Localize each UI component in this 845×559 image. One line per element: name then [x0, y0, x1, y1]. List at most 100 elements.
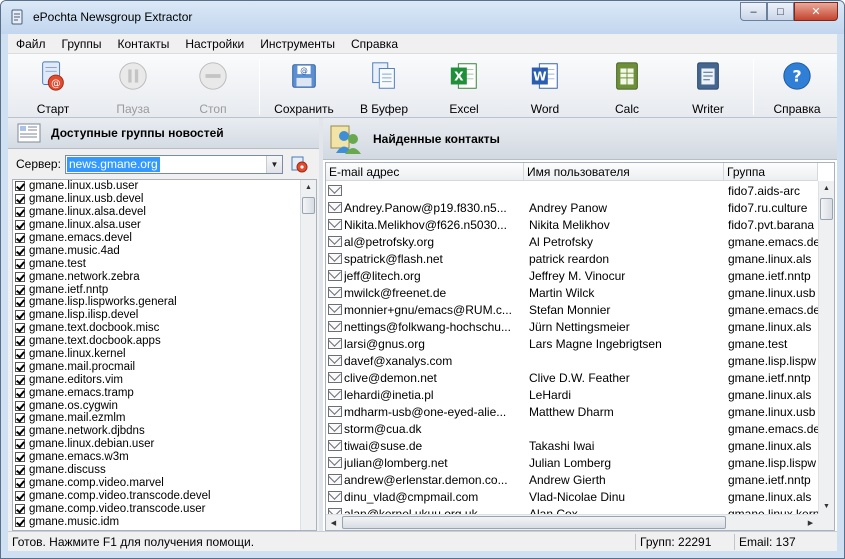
- start-button[interactable]: @ Старт: [14, 58, 92, 116]
- contact-row[interactable]: dinu_vlad@cmpmail.com Vlad-Nicolae Dinu gm…: [326, 488, 818, 505]
- newsgroup-checkbox[interactable]: [15, 310, 25, 321]
- newsgroup-item[interactable]: gmane.discuss: [13, 464, 316, 477]
- newsgroup-checkbox[interactable]: [15, 207, 25, 218]
- maximize-button[interactable]: □: [767, 2, 794, 21]
- newsgroup-checkbox[interactable]: [15, 400, 25, 411]
- contact-row[interactable]: fido7.aids-arc: [326, 182, 818, 199]
- newsgroup-item[interactable]: gmane.mail.procmail: [13, 360, 316, 373]
- newsgroup-checkbox[interactable]: [15, 503, 25, 514]
- menu-help[interactable]: Справка: [343, 34, 406, 54]
- newsgroup-item[interactable]: gmane.linux.debian.user: [13, 438, 316, 451]
- newsgroup-checkbox[interactable]: [15, 271, 25, 282]
- contact-row[interactable]: Andrey.Panow@p19.f830.n5... Andrey Panow f…: [326, 199, 818, 216]
- contact-row[interactable]: andrew@erlenstar.demon.co... Andrew Giert…: [326, 471, 818, 488]
- minimize-button[interactable]: –: [740, 2, 767, 21]
- newsgroup-item[interactable]: gmane.lisp.lispworks.general: [13, 296, 316, 309]
- contact-row[interactable]: monnier+gnu/emacs@RUM.c... Stefan Monnier…: [326, 301, 818, 318]
- close-button[interactable]: ✕: [794, 2, 838, 21]
- scroll-down-icon[interactable]: ▼: [819, 499, 834, 514]
- contact-row[interactable]: mwilck@freenet.de Martin Wilck gmane.linux…: [326, 284, 818, 301]
- newsgroup-checkbox[interactable]: [15, 439, 25, 450]
- excel-button[interactable]: X Excel: [425, 58, 503, 116]
- contact-row[interactable]: clive@demon.net Clive D.W. Feather gmane.i…: [326, 369, 818, 386]
- newsgroup-checkbox[interactable]: [15, 220, 25, 231]
- newsgroup-item[interactable]: gmane.linux.alsa.user: [13, 219, 316, 232]
- scroll-thumb[interactable]: [820, 198, 833, 220]
- writer-button[interactable]: Writer: [669, 58, 747, 116]
- newsgroup-item[interactable]: gmane.comp.video.transcode.user: [13, 502, 316, 515]
- contact-row[interactable]: mdharm-usb@one-eyed-alie... Matthew Dharm…: [326, 403, 818, 420]
- newsgroup-checkbox[interactable]: [15, 297, 25, 308]
- newsgroup-item[interactable]: gmane.text.docbook.apps: [13, 335, 316, 348]
- newsgroup-item[interactable]: gmane.comp.video.transcode.devel: [13, 489, 316, 502]
- newsgroup-checkbox[interactable]: [15, 194, 25, 205]
- newsgroup-checkbox[interactable]: [15, 374, 25, 385]
- newsgroup-checkbox[interactable]: [15, 245, 25, 256]
- contact-row[interactable]: spatrick@flash.net patrick reardon gmane.l…: [326, 250, 818, 267]
- server-value[interactable]: news.gmane.org: [66, 156, 160, 172]
- newsgroup-checkbox[interactable]: [15, 181, 25, 192]
- column-email[interactable]: E-mail адрес: [326, 163, 524, 181]
- contacts-hscrollbar[interactable]: ◀ ▶: [326, 514, 818, 530]
- newsgroup-checkbox[interactable]: [15, 323, 25, 334]
- newsgroup-item[interactable]: gmane.test: [13, 257, 316, 270]
- menu-tools[interactable]: Инструменты: [252, 34, 343, 54]
- chevron-down-icon[interactable]: ▼: [265, 155, 282, 173]
- newsgroup-checkbox[interactable]: [15, 516, 25, 527]
- server-settings-icon[interactable]: [290, 155, 308, 173]
- newsgroup-checkbox[interactable]: [15, 361, 25, 372]
- contact-row[interactable]: nettings@folkwang-hochschu... Jürn Nettin…: [326, 318, 818, 335]
- menu-contacts[interactable]: Контакты: [110, 34, 178, 54]
- newsgroup-item[interactable]: gmane.ietf.nntp: [13, 283, 316, 296]
- menu-groups[interactable]: Группы: [54, 34, 110, 54]
- contact-row[interactable]: al@petrofsky.org Al Petrofsky gmane.emacs.…: [326, 233, 818, 250]
- newsgroup-checkbox[interactable]: [15, 490, 25, 501]
- newsgroup-checkbox[interactable]: [15, 233, 25, 243]
- contact-row[interactable]: tiwai@suse.de Takashi Iwai gmane.linux.als: [326, 437, 818, 454]
- newsgroups-list[interactable]: gmane.linux.usb.user gmane.linux.usb.deve…: [12, 179, 317, 531]
- newsgroup-item[interactable]: gmane.comp.video.marvel: [13, 476, 316, 489]
- contacts-table[interactable]: E-mail адрес Имя пользователя Группа fid…: [325, 162, 835, 531]
- contact-row[interactable]: jeff@litech.org Jeffrey M. Vinocur gmane.i…: [326, 267, 818, 284]
- newsgroup-checkbox[interactable]: [15, 336, 25, 347]
- newsgroup-item[interactable]: gmane.mail.ezmlm: [13, 412, 316, 425]
- column-group[interactable]: Группа: [724, 163, 818, 181]
- newsgroup-item[interactable]: gmane.emacs.devel: [13, 232, 316, 245]
- contact-row[interactable]: lehardi@inetia.pl LeHardi gmane.linux.als: [326, 386, 818, 403]
- newsgroup-checkbox[interactable]: [15, 258, 25, 269]
- newsgroup-item[interactable]: gmane.linux.alsa.devel: [13, 206, 316, 219]
- newsgroup-checkbox[interactable]: [15, 387, 25, 398]
- menu-settings[interactable]: Настройки: [177, 34, 252, 54]
- newsgroup-checkbox[interactable]: [15, 413, 25, 424]
- help-button[interactable]: ? Справка: [758, 58, 836, 116]
- newsgroup-item[interactable]: gmane.music.idm: [13, 515, 316, 528]
- newsgroup-item[interactable]: gmane.text.docbook.misc: [13, 322, 316, 335]
- contact-row[interactable]: julian@lomberg.net Julian Lomberg gmane.li…: [326, 454, 818, 471]
- save-button[interactable]: @ Сохранить: [265, 58, 343, 116]
- newsgroup-item[interactable]: gmane.linux.usb.devel: [13, 193, 316, 206]
- newsgroup-item[interactable]: gmane.linux.kernel: [13, 348, 316, 361]
- stop-button[interactable]: Стоп: [174, 58, 252, 116]
- newsgroup-checkbox[interactable]: [15, 426, 25, 437]
- contact-row[interactable]: davef@xanalys.com gmane.lisp.lispw: [326, 352, 818, 369]
- newsgroup-checkbox[interactable]: [15, 465, 25, 476]
- newsgroup-item[interactable]: gmane.emacs.w3m: [13, 451, 316, 464]
- newsgroup-item[interactable]: gmane.emacs.tramp: [13, 386, 316, 399]
- newsgroup-checkbox[interactable]: [15, 477, 25, 488]
- newsgroup-item[interactable]: gmane.lisp.ilisp.devel: [13, 309, 316, 322]
- server-select[interactable]: news.gmane.org ▼: [64, 154, 283, 174]
- contacts-vscrollbar[interactable]: ▲ ▼: [818, 181, 834, 514]
- scroll-left-icon[interactable]: ◀: [326, 515, 341, 530]
- newsgroup-item[interactable]: gmane.network.djbdns: [13, 425, 316, 438]
- newsgroup-checkbox[interactable]: [15, 284, 25, 295]
- newsgroup-checkbox[interactable]: [15, 349, 25, 360]
- menu-file[interactable]: Файл: [8, 34, 54, 54]
- scroll-up-icon[interactable]: ▲: [819, 181, 834, 196]
- newsgroup-item[interactable]: gmane.network.zebra: [13, 270, 316, 283]
- newsgroup-item[interactable]: gmane.os.cygwin: [13, 399, 316, 412]
- pause-button[interactable]: Пауза: [94, 58, 172, 116]
- newsgroup-item[interactable]: gmane.music.4ad: [13, 244, 316, 257]
- contact-row[interactable]: larsi@gnus.org Lars Magne Ingebrigtsen gma…: [326, 335, 818, 352]
- contact-row[interactable]: storm@cua.dk gmane.emacs.de: [326, 420, 818, 437]
- contact-row[interactable]: Nikita.Melikhov@f626.n5030... Nikita Meli…: [326, 216, 818, 233]
